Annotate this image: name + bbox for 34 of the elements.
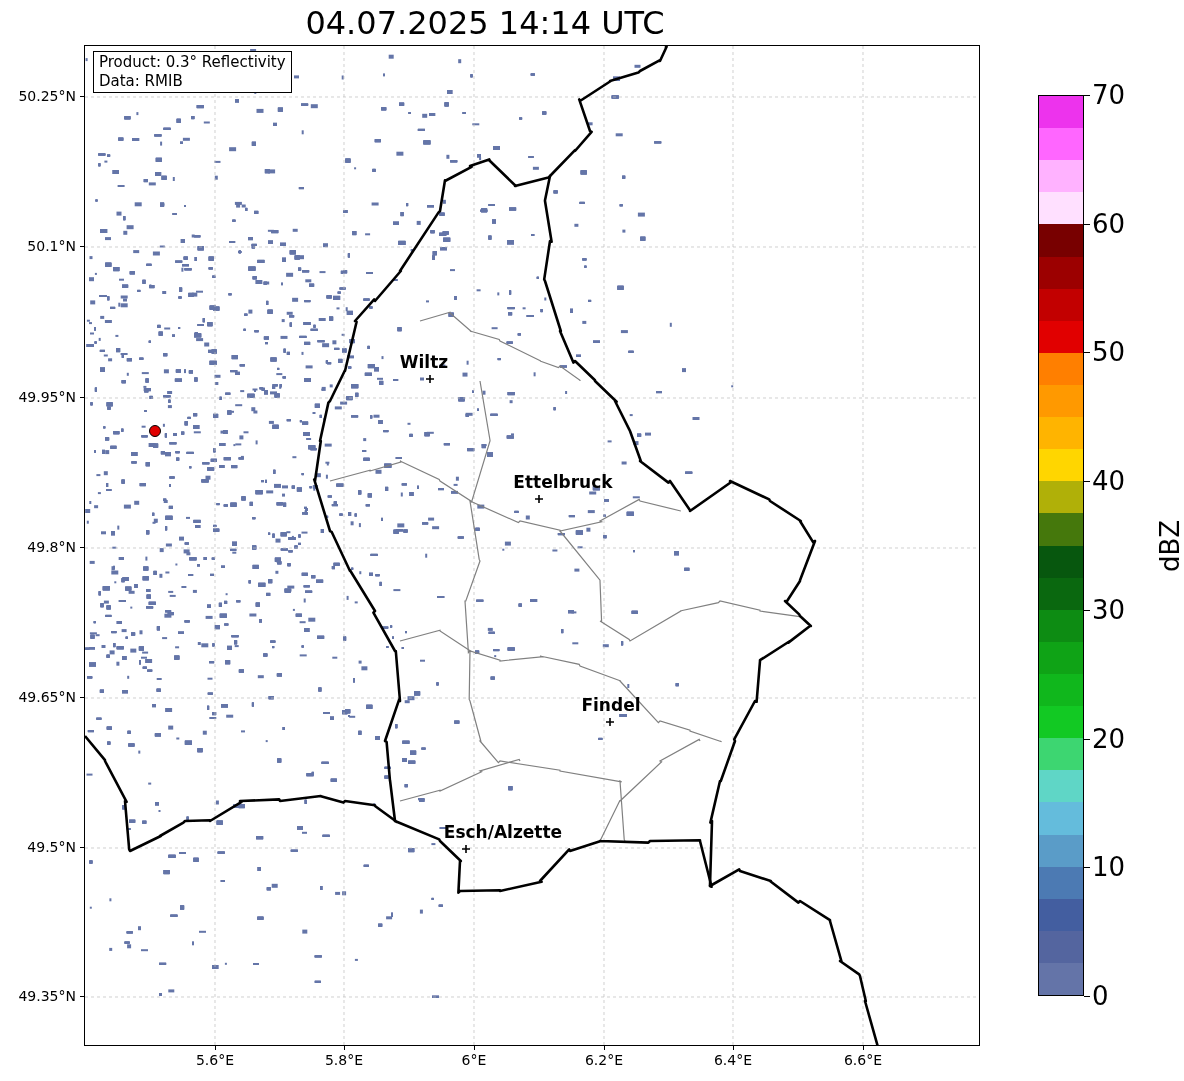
axis-tick-label: 5.6°E	[195, 1053, 235, 1067]
city-label: Ettelbruck	[513, 474, 613, 491]
axis-tick-label: 6°E	[461, 1053, 487, 1067]
city-label: Esch/Alzette	[443, 824, 563, 841]
city-label: Wiltz	[399, 354, 449, 371]
colorbar-tick-label: 50	[1092, 339, 1126, 366]
city-marker-icon	[425, 375, 434, 383]
axis-tick-label: 50.25°N	[18, 89, 76, 103]
axis-tick-label: 6.2°E	[584, 1053, 624, 1067]
axis-tick-label: 6.4°E	[713, 1053, 753, 1067]
axis-tick-label: 49.8°N	[27, 540, 76, 554]
colorbar-tick-label: 70	[1092, 82, 1126, 108]
chart-title: 04.07.2025 14:14 UTC	[305, 6, 665, 39]
colorbar-tick-label: 30	[1092, 596, 1126, 623]
colorbar-tick-label: 10	[1092, 854, 1126, 881]
colorbar-tick-label: 0	[1092, 983, 1109, 1009]
colorbar-tick-label: 20	[1092, 725, 1126, 752]
axis-tick-label: 5.8°E	[324, 1053, 364, 1067]
axis-tick-label: 6.6°E	[843, 1053, 883, 1067]
colorbar-tick-label: 60	[1092, 210, 1126, 237]
axis-tick-label: 49.65°N	[18, 690, 76, 704]
axis-tick-label: 49.35°N	[18, 989, 76, 1003]
colorbar-tick-label: 40	[1092, 468, 1126, 495]
radar-site-icon	[147, 424, 162, 438]
colorbar-unit-label: dBZ	[1157, 519, 1184, 572]
city-marker-icon	[534, 495, 543, 503]
city-marker-icon	[461, 845, 470, 853]
axis-tick-label: 49.95°N	[18, 390, 76, 404]
info-text: Product: 0.3° Reflectivity	[98, 53, 286, 72]
axis-tick-label: 50.1°N	[27, 239, 76, 253]
axis-tick-label: 49.5°N	[27, 840, 76, 854]
city-label: Findel	[581, 697, 641, 714]
city-marker-icon	[605, 718, 614, 726]
info-text: Data: RMIB	[98, 72, 184, 91]
